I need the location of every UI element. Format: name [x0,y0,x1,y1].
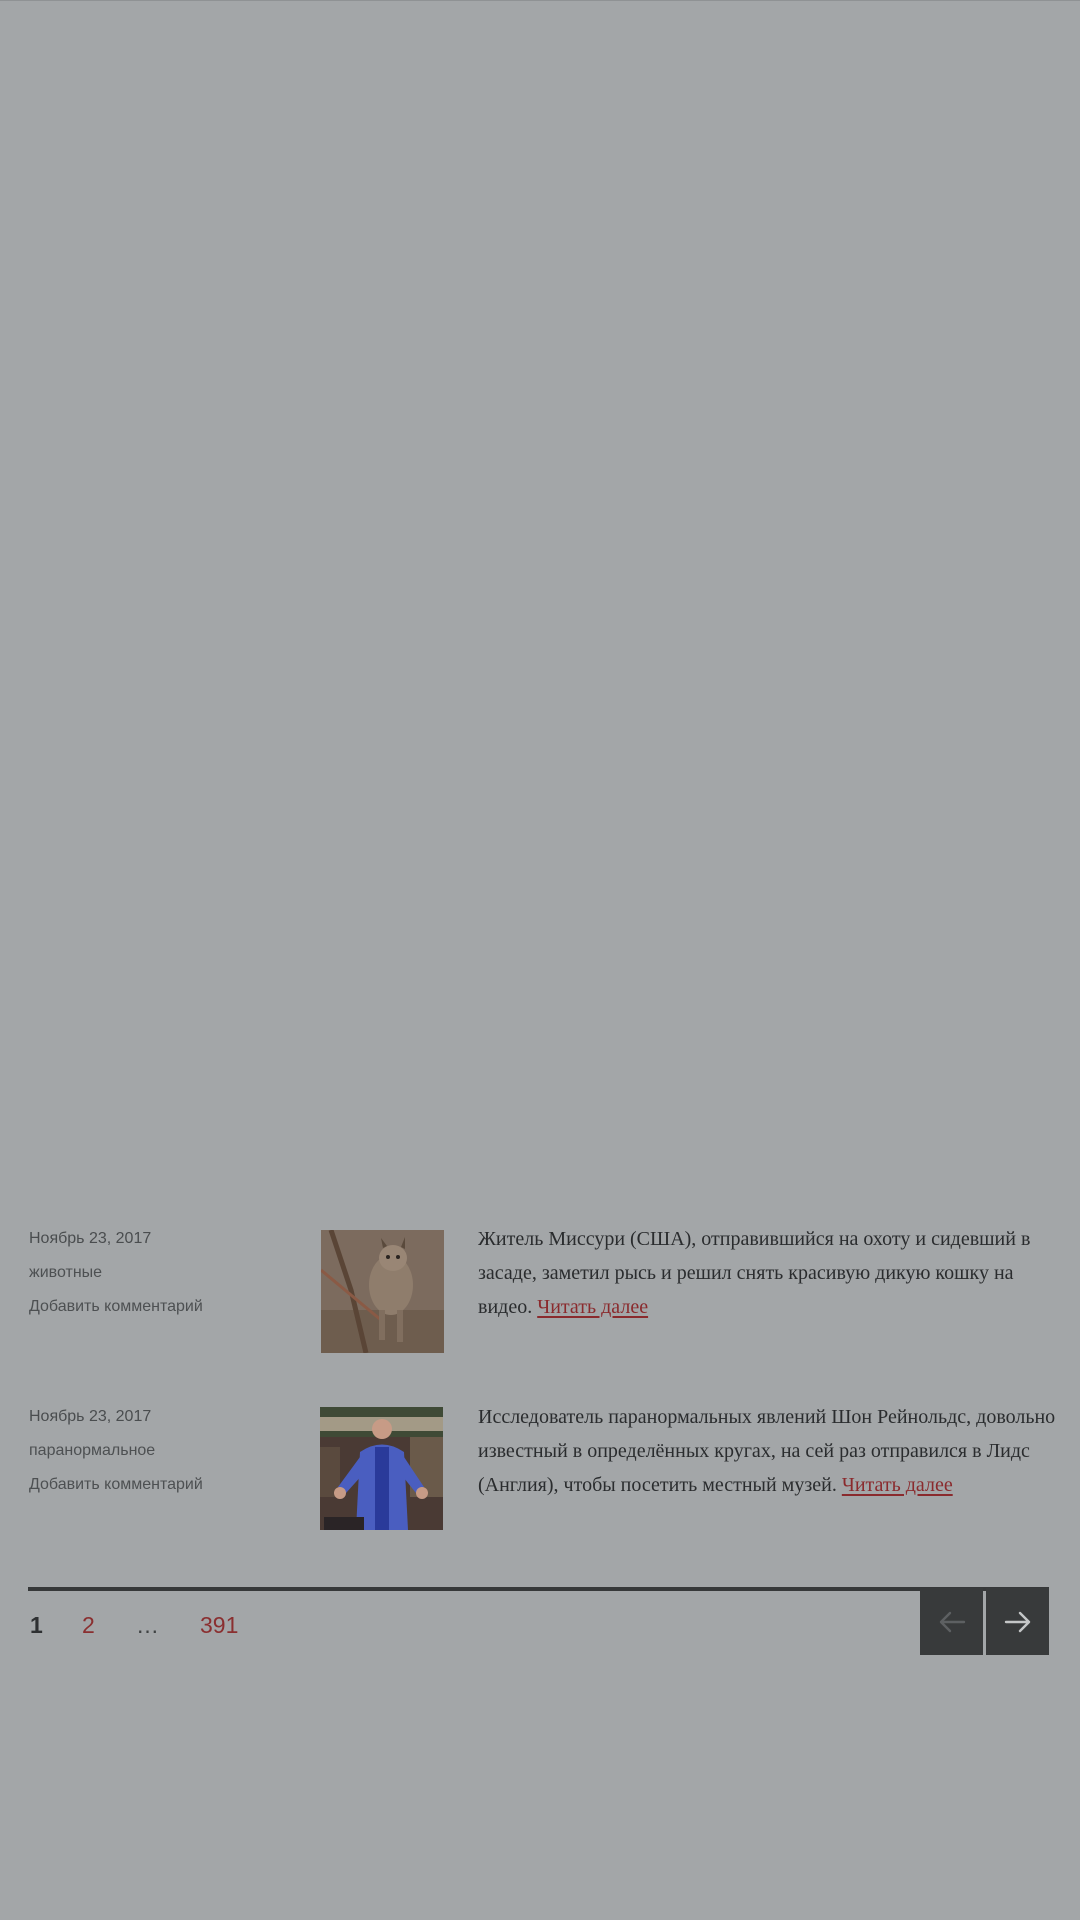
post-category-link[interactable]: животные [29,1256,289,1290]
add-comment-link[interactable]: Добавить комментарий [29,1290,289,1324]
post-thumbnail[interactable] [321,1230,444,1353]
page-link-2[interactable]: 2 [82,1605,95,1645]
post-excerpt: Житель Миссури (США), отправившийся на о… [478,1222,1058,1324]
page-link-last[interactable]: 391 [200,1605,238,1645]
man-in-blue-jacket-photo [320,1407,443,1530]
arrow-left-icon [939,1611,965,1632]
prev-page-button[interactable] [920,1588,983,1655]
post-date: Ноябрь 23, 2017 [29,1230,152,1247]
post-category-link[interactable]: паранормальное [29,1434,289,1468]
page-current: 1 [30,1612,43,1638]
page-ellipsis: … [136,1612,159,1638]
next-page-button[interactable] [986,1588,1049,1655]
page-overlay [0,0,1080,1920]
arrow-right-icon [1004,1611,1030,1632]
post-excerpt: Исследователь паранормальных явлений Шон… [478,1400,1058,1502]
post-meta: Ноябрь 23, 2017 паранормальное Добавить … [29,1400,289,1502]
add-comment-link[interactable]: Добавить комментарий [29,1468,289,1502]
read-more-link[interactable]: Читать далее [842,1474,953,1496]
read-more-link[interactable]: Читать далее [537,1296,648,1318]
post-thumbnail[interactable] [320,1407,443,1530]
lynx-photo [321,1230,444,1353]
pagination-divider [28,1587,1049,1591]
excerpt-text: Исследователь паранормальных явлений Шон… [478,1406,1056,1496]
post-date: Ноябрь 23, 2017 [29,1408,152,1425]
post-meta: Ноябрь 23, 2017 животные Добавить коммен… [29,1222,289,1324]
